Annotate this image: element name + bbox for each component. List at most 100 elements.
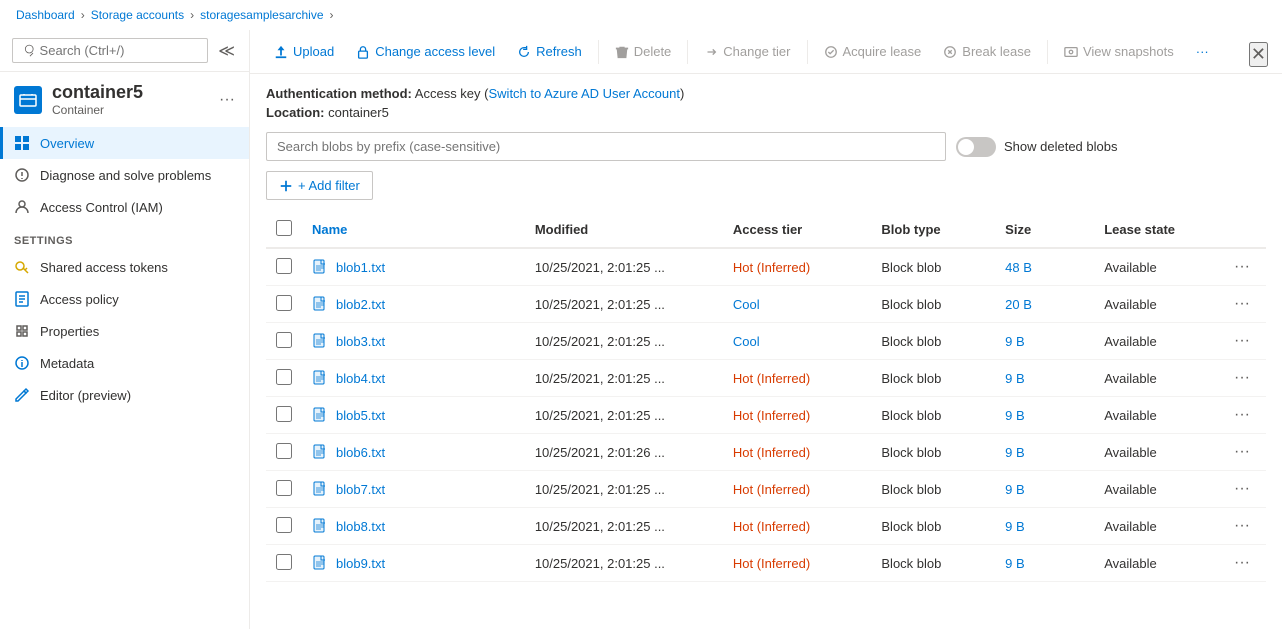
- row-checkbox-cell-2[interactable]: [266, 323, 302, 360]
- row-actions-cell-1[interactable]: ···: [1218, 286, 1266, 323]
- sidebar-item-access-policy[interactable]: Access policy: [0, 283, 249, 315]
- row-name-7[interactable]: blob8.txt: [336, 519, 385, 534]
- row-checkbox-cell-3[interactable]: [266, 360, 302, 397]
- view-snapshots-button[interactable]: View snapshots: [1054, 38, 1184, 65]
- row-more-actions-button-8[interactable]: ···: [1228, 552, 1256, 574]
- breadcrumb-storage-accounts[interactable]: Storage accounts: [91, 8, 184, 22]
- blob-file-icon-5: [312, 444, 328, 460]
- breadcrumb-dashboard[interactable]: Dashboard: [16, 8, 75, 22]
- row-name-cell-5: blob6.txt: [302, 434, 525, 471]
- sidebar-item-properties[interactable]: Properties: [0, 315, 249, 347]
- upload-button[interactable]: Upload: [264, 38, 344, 65]
- sidebar-item-properties-label: Properties: [40, 324, 99, 339]
- row-more-actions-button-2[interactable]: ···: [1228, 330, 1256, 352]
- delete-button[interactable]: Delete: [605, 38, 682, 65]
- resource-header: container5 Container ···: [0, 72, 249, 127]
- sidebar-header: ≪: [0, 30, 249, 72]
- column-header-size[interactable]: Size: [995, 212, 1094, 248]
- row-checkbox-2[interactable]: [276, 332, 292, 348]
- column-header-name[interactable]: Name: [302, 212, 525, 248]
- row-checkbox-cell-0[interactable]: [266, 248, 302, 286]
- more-actions-toolbar-button[interactable]: ···: [1186, 38, 1219, 65]
- break-lease-button[interactable]: Break lease: [933, 38, 1041, 65]
- row-name-4[interactable]: blob5.txt: [336, 408, 385, 423]
- row-more-actions-button-1[interactable]: ···: [1228, 293, 1256, 315]
- blob-file-icon-8: [312, 555, 328, 571]
- row-name-cell-6: blob7.txt: [302, 471, 525, 508]
- breadcrumb-storagesamplesarchive[interactable]: storagesamplesarchive: [200, 8, 323, 22]
- acquire-lease-button[interactable]: Acquire lease: [814, 38, 932, 65]
- row-tier-cell-7: Hot (Inferred): [723, 508, 872, 545]
- row-actions-cell-6[interactable]: ···: [1218, 471, 1266, 508]
- select-all-header[interactable]: [266, 212, 302, 248]
- row-name-1[interactable]: blob2.txt: [336, 297, 385, 312]
- row-checkbox-4[interactable]: [276, 406, 292, 422]
- row-tier-cell-2: Cool: [723, 323, 872, 360]
- row-name-5[interactable]: blob6.txt: [336, 445, 385, 460]
- change-tier-icon: [704, 45, 718, 59]
- row-actions-cell-7[interactable]: ···: [1218, 508, 1266, 545]
- row-checkbox-cell-1[interactable]: [266, 286, 302, 323]
- column-header-actions: [1218, 212, 1266, 248]
- row-checkbox-cell-7[interactable]: [266, 508, 302, 545]
- add-filter-button[interactable]: + Add filter: [266, 171, 373, 200]
- search-box[interactable]: [12, 38, 208, 63]
- change-access-level-button[interactable]: Change access level: [346, 38, 505, 65]
- blob-search-input[interactable]: [266, 132, 946, 161]
- search-filter-row: Show deleted blobs: [266, 132, 1266, 161]
- row-checkbox-3[interactable]: [276, 369, 292, 385]
- select-all-checkbox[interactable]: [276, 220, 292, 236]
- sidebar-item-metadata[interactable]: Metadata: [0, 347, 249, 379]
- row-actions-cell-2[interactable]: ···: [1218, 323, 1266, 360]
- sidebar-item-editor[interactable]: Editor (preview): [0, 379, 249, 411]
- close-button[interactable]: ✕: [1249, 42, 1268, 67]
- blob-file-icon-4: [312, 407, 328, 423]
- column-header-lease-state[interactable]: Lease state: [1094, 212, 1218, 248]
- row-checkbox-cell-8[interactable]: [266, 545, 302, 582]
- refresh-button[interactable]: Refresh: [507, 38, 592, 65]
- row-name-cell-7: blob8.txt: [302, 508, 525, 545]
- sidebar-item-iam[interactable]: Access Control (IAM): [0, 191, 249, 223]
- switch-auth-link[interactable]: Switch to Azure AD User Account: [489, 86, 680, 101]
- row-checkbox-8[interactable]: [276, 554, 292, 570]
- sidebar-item-shared-access-tokens[interactable]: Shared access tokens: [0, 251, 249, 283]
- column-header-blob-type[interactable]: Blob type: [871, 212, 995, 248]
- row-name-6[interactable]: blob7.txt: [336, 482, 385, 497]
- row-checkbox-cell-6[interactable]: [266, 471, 302, 508]
- column-header-modified[interactable]: Modified: [525, 212, 723, 248]
- row-checkbox-7[interactable]: [276, 517, 292, 533]
- show-deleted-toggle[interactable]: [956, 137, 996, 157]
- row-actions-cell-3[interactable]: ···: [1218, 360, 1266, 397]
- row-checkbox-1[interactable]: [276, 295, 292, 311]
- column-header-access-tier[interactable]: Access tier: [723, 212, 872, 248]
- row-actions-cell-0[interactable]: ···: [1218, 248, 1266, 286]
- row-more-actions-button-6[interactable]: ···: [1228, 478, 1256, 500]
- row-size-cell-7: 9 B: [995, 508, 1094, 545]
- row-more-actions-button-7[interactable]: ···: [1228, 515, 1256, 537]
- row-name-0[interactable]: blob1.txt: [336, 260, 385, 275]
- row-name-3[interactable]: blob4.txt: [336, 371, 385, 386]
- change-tier-button[interactable]: Change tier: [694, 38, 800, 65]
- sidebar-item-overview[interactable]: Overview: [0, 127, 249, 159]
- row-more-actions-button-3[interactable]: ···: [1228, 367, 1256, 389]
- row-checkbox-0[interactable]: [276, 258, 292, 274]
- row-more-actions-button-4[interactable]: ···: [1228, 404, 1256, 426]
- search-input[interactable]: [40, 43, 200, 58]
- sidebar-item-diagnose[interactable]: Diagnose and solve problems: [0, 159, 249, 191]
- row-checkbox-cell-4[interactable]: [266, 397, 302, 434]
- toolbar-divider-4: [1047, 40, 1048, 64]
- row-name-2[interactable]: blob3.txt: [336, 334, 385, 349]
- row-actions-cell-8[interactable]: ···: [1218, 545, 1266, 582]
- resource-more-button[interactable]: ···: [219, 91, 235, 109]
- row-more-actions-button-5[interactable]: ···: [1228, 441, 1256, 463]
- collapse-sidebar-button[interactable]: ≪: [216, 39, 237, 63]
- row-checkbox-5[interactable]: [276, 443, 292, 459]
- row-checkbox-cell-5[interactable]: [266, 434, 302, 471]
- row-more-actions-button-0[interactable]: ···: [1228, 256, 1256, 278]
- row-name-cell-3: blob4.txt: [302, 360, 525, 397]
- sidebar: ≪ container5 Container ··· Overview Diag: [0, 30, 250, 629]
- row-actions-cell-5[interactable]: ···: [1218, 434, 1266, 471]
- row-name-8[interactable]: blob9.txt: [336, 556, 385, 571]
- row-actions-cell-4[interactable]: ···: [1218, 397, 1266, 434]
- row-checkbox-6[interactable]: [276, 480, 292, 496]
